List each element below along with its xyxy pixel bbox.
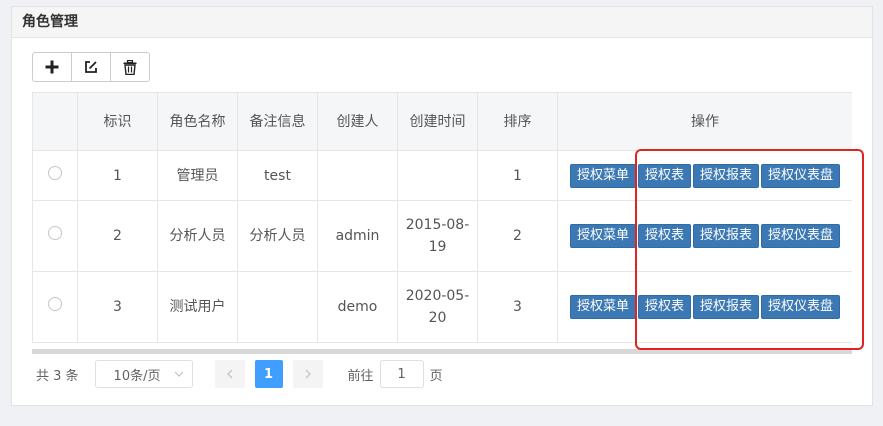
total-count: 共 3 条	[36, 368, 79, 384]
authorize-report-button[interactable]: 授权报表	[693, 224, 760, 248]
col-select	[32, 92, 78, 151]
toolbar	[32, 52, 150, 82]
goto-page-input[interactable]	[379, 360, 424, 388]
table-row[interactable]: 3 测试用户 demo 2020-05-20 3 授权菜单 授权表 授权报表 授权仪表…	[32, 271, 852, 343]
page-size-select[interactable]: 10条/页	[94, 360, 193, 388]
col-role-name[interactable]: 角色名称	[157, 92, 238, 151]
authorize-dashboard-button[interactable]: 授权仪表盘	[761, 224, 841, 248]
page-suffix: 页	[429, 368, 443, 384]
authorize-menu-button[interactable]: 授权菜单	[569, 295, 636, 319]
table-row[interactable]: 1 管理员 test 1 授权菜单 授权表 授权报表 授权仪表盘	[32, 150, 852, 201]
add-button[interactable]	[33, 53, 72, 81]
chevron-down-icon	[174, 371, 183, 377]
cell-creator	[317, 150, 398, 201]
col-id[interactable]: 标识	[77, 92, 158, 151]
next-page-button[interactable]	[292, 360, 323, 388]
role-management-panel: 角色管理 标识 角色名称 备注信息 创建人 创建时间 排序 操作 1 管理员 t…	[11, 6, 873, 406]
row-radio[interactable]	[48, 297, 62, 311]
cell-role-name: 分析人员	[157, 200, 238, 272]
authorize-dashboard-button[interactable]: 授权仪表盘	[761, 295, 841, 319]
chevron-right-icon	[305, 369, 311, 379]
cell-remark: test	[237, 150, 318, 201]
pagination: 共 3 条 10条/页 1 前往 页	[36, 359, 443, 389]
cell-id: 3	[77, 271, 158, 343]
cell-creator: demo	[317, 271, 398, 343]
cell-sort: 2	[477, 200, 558, 272]
trash-icon	[123, 59, 137, 75]
row-radio[interactable]	[48, 165, 62, 180]
table-header-row: 标识 角色名称 备注信息 创建人 创建时间 排序 操作	[32, 92, 852, 151]
col-sort[interactable]: 排序	[477, 92, 558, 151]
cell-sort: 3	[477, 271, 558, 343]
col-creator[interactable]: 创建人	[317, 92, 398, 151]
panel-title: 角色管理	[12, 7, 872, 38]
chevron-left-icon	[226, 369, 233, 379]
col-actions: 操作	[557, 92, 852, 151]
edit-icon	[85, 61, 97, 73]
cell-created-time: 2020-05-20	[397, 271, 478, 343]
prev-page-button[interactable]	[214, 360, 245, 388]
authorize-report-button[interactable]: 授权报表	[693, 295, 760, 319]
row-radio[interactable]	[48, 226, 62, 240]
col-remark[interactable]: 备注信息	[237, 92, 318, 151]
col-created-time[interactable]: 创建时间	[397, 92, 478, 151]
authorize-report-button[interactable]: 授权报表	[693, 163, 760, 188]
authorize-table-button[interactable]: 授权表	[637, 224, 691, 248]
cell-id: 1	[77, 150, 158, 201]
authorize-dashboard-button[interactable]: 授权仪表盘	[761, 163, 841, 188]
table-row[interactable]: 2 分析人员 分析人员 admin 2015-08-19 2 授权菜单 授权表 授权…	[32, 200, 852, 272]
authorize-table-button[interactable]: 授权表	[637, 295, 691, 319]
cell-actions: 授权菜单 授权表 授权报表 授权仪表盘	[557, 150, 852, 201]
cell-role-name: 测试用户	[157, 271, 238, 343]
page-size-value: 10条/页	[113, 368, 161, 384]
cell-actions: 授权菜单 授权表 授权报表 授权仪表盘	[557, 200, 852, 272]
delete-button[interactable]	[111, 53, 149, 81]
page-number-current[interactable]: 1	[254, 360, 283, 388]
authorize-table-button[interactable]: 授权表	[637, 163, 691, 188]
cell-creator: admin	[317, 200, 398, 272]
cell-id: 2	[77, 200, 158, 272]
cell-role-name: 管理员	[157, 150, 238, 201]
cell-remark: 分析人员	[237, 200, 318, 272]
cell-sort: 1	[477, 150, 558, 201]
cell-remark	[237, 271, 318, 343]
role-table: 标识 角色名称 备注信息 创建人 创建时间 排序 操作 1 管理员 test 1…	[32, 92, 852, 354]
authorize-menu-button[interactable]: 授权菜单	[569, 224, 636, 248]
goto-label: 前往	[347, 368, 374, 384]
edit-button[interactable]	[72, 53, 111, 81]
authorize-menu-button[interactable]: 授权菜单	[569, 163, 636, 188]
cell-created-time	[397, 150, 478, 201]
cell-actions: 授权菜单 授权表 授权报表 授权仪表盘	[557, 271, 852, 343]
cell-created-time: 2015-08-19	[397, 200, 478, 272]
plus-icon	[45, 60, 59, 74]
